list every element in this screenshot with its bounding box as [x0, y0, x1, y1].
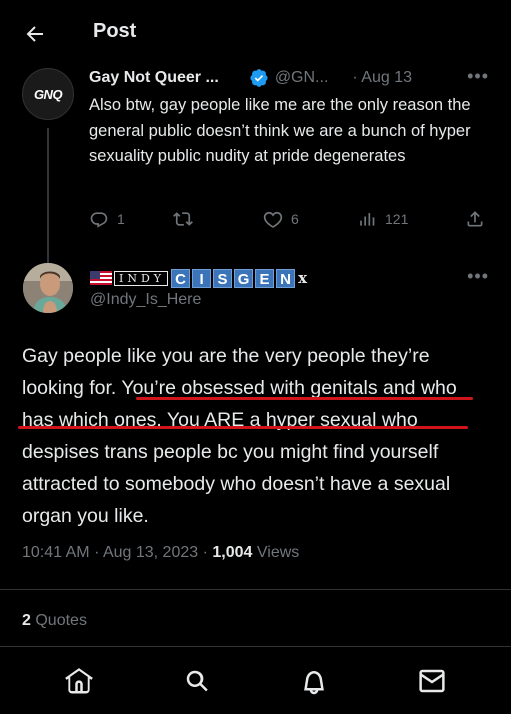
display-name-plain: INDY: [114, 270, 169, 286]
author-handle[interactable]: @Indy_Is_Here: [90, 291, 201, 309]
display-name-boxed: C I S G E N: [171, 268, 297, 288]
tweet-header: Gay Not Queer ... @GN... · Aug 13: [89, 67, 499, 89]
share-button[interactable]: [465, 209, 485, 229]
page-title: Post: [93, 20, 137, 42]
quotes-count: 2: [22, 612, 31, 629]
reply-icon: [90, 212, 108, 228]
quotes-label: Quotes: [35, 612, 87, 629]
tweet-actions: 1 6 121: [89, 208, 491, 230]
share-icon: [467, 211, 483, 227]
reply-count: 1: [117, 211, 125, 227]
arrow-left-icon: [26, 26, 43, 42]
bell-icon: [304, 670, 325, 694]
repost-icon: [173, 212, 193, 226]
red-underline: [136, 397, 473, 400]
tweet-date[interactable]: · Aug 13: [352, 69, 412, 87]
like-button[interactable]: 6: [263, 209, 357, 229]
top-header: Post: [0, 0, 511, 66]
author-handle[interactable]: @GN...: [275, 69, 329, 87]
author-name[interactable]: Gay Not Queer ...: [89, 69, 219, 87]
avatar[interactable]: GNQ: [22, 68, 74, 120]
reply-button[interactable]: 1: [89, 209, 173, 229]
nav-notifications-button[interactable]: [286, 653, 342, 709]
views-count: 121: [385, 211, 409, 227]
nav-search-button[interactable]: [169, 653, 225, 709]
tweet-text: Gay people like you are the very people …: [22, 345, 457, 527]
mail-icon: [419, 669, 445, 692]
display-name-suffix: x: [298, 269, 308, 287]
heart-icon: [263, 211, 283, 228]
search-icon: [186, 670, 208, 691]
bottom-navigation: [0, 646, 511, 714]
nav-messages-button[interactable]: [404, 653, 460, 709]
red-underline: [18, 426, 468, 429]
verified-badge-icon: [250, 69, 268, 87]
quotes-link[interactable]: 2 Quotes: [22, 612, 87, 630]
repost-button[interactable]: [173, 209, 263, 229]
views-icon: [360, 213, 375, 226]
nav-home-button[interactable]: [51, 653, 107, 709]
tweet-meta: 10:41 AM · Aug 13, 2023 · 1,004 Views: [22, 544, 300, 561]
home-icon: [65, 667, 93, 693]
more-options-button[interactable]: •••: [467, 266, 489, 287]
avatar[interactable]: [23, 263, 73, 313]
back-button[interactable]: [18, 20, 52, 48]
us-flag-icon: [90, 271, 112, 285]
more-options-button[interactable]: •••: [467, 66, 489, 87]
tweet-text: Also btw, gay people like me are the onl…: [89, 96, 471, 165]
tweet-date[interactable]: Aug 13, 2023: [103, 544, 198, 561]
profile-photo: [23, 263, 73, 313]
views-count: 1,004: [212, 544, 253, 561]
parent-tweet[interactable]: GNQ Gay Not Queer ... @GN... · Aug 13 ••…: [0, 62, 511, 312]
divider: [0, 589, 511, 590]
author-name[interactable]: INDY C I S G E N x: [90, 267, 307, 289]
views-label: Views: [256, 544, 300, 561]
like-count: 6: [291, 211, 299, 227]
views-button[interactable]: 121: [357, 209, 465, 229]
tweet-time[interactable]: 10:41 AM: [22, 544, 90, 561]
